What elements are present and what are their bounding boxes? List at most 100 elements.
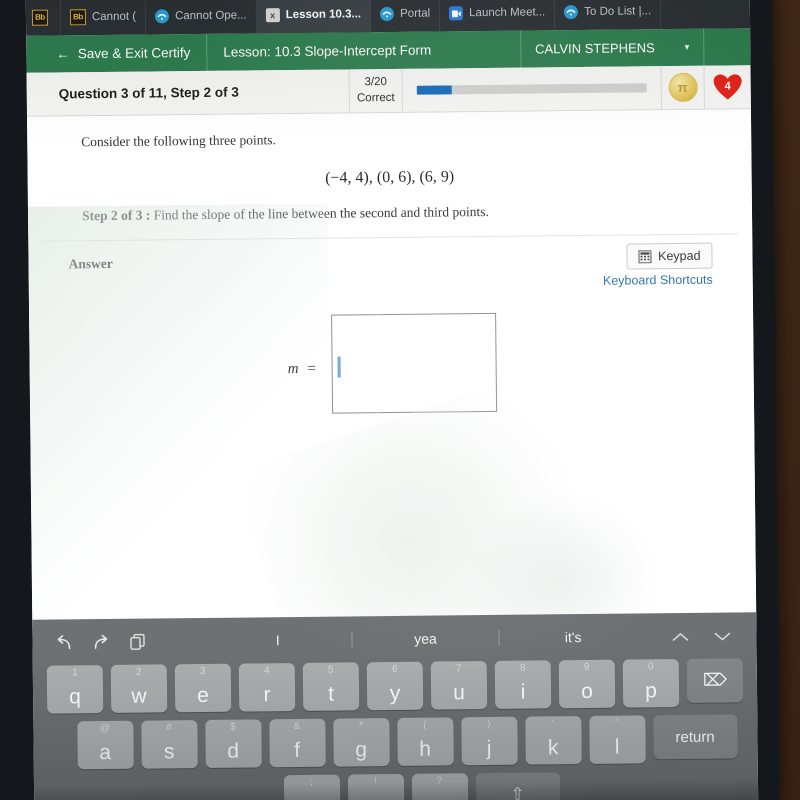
key-semicolon[interactable]: ; [283, 774, 340, 800]
key-h[interactable]: (h [396, 717, 454, 766]
key-w[interactable]: 2w [110, 664, 168, 713]
browser-tab-1[interactable]: Bb Cannot ( [60, 0, 147, 36]
key-main-label: j [486, 736, 492, 761]
browser-tab-lesson-active[interactable]: x Lesson 10.3... [256, 0, 372, 34]
answer-section-label: Answer [68, 255, 113, 272]
chevron-up-icon[interactable] [670, 630, 690, 642]
key-alt-label: 6 [391, 663, 398, 676]
key-main-label: f [294, 738, 301, 763]
browser-tab-label: Portal [400, 7, 431, 20]
browser-tab-0[interactable]: Bb [25, 0, 62, 36]
keyboard-row-3: ; ! ? ⇧ [34, 770, 758, 800]
key-d[interactable]: $ d [204, 719, 262, 768]
key-main-label: p [645, 679, 658, 703]
redo-icon[interactable] [91, 632, 110, 651]
answer-input-field[interactable] [331, 312, 498, 414]
blackboard-icon: Bb [69, 9, 87, 26]
prediction-2[interactable]: it's [498, 628, 647, 646]
key-o[interactable]: 9o [558, 659, 616, 709]
key-e[interactable]: 3e [174, 663, 232, 713]
problem-prompt: Consider the following three points. [81, 132, 276, 150]
back-arrow-icon: ← [56, 46, 70, 62]
key-g[interactable]: * g [332, 718, 390, 767]
key-alt-label: 9 [583, 661, 590, 674]
key-main-label: s [163, 740, 175, 764]
key-p[interactable]: 0p [622, 659, 680, 708]
key-u[interactable]: 7u [430, 661, 488, 710]
key-alt-label: 5 [327, 664, 334, 676]
key-return[interactable]: return [652, 714, 738, 760]
key-l[interactable]: " l [588, 715, 646, 764]
keypad-button[interactable]: Keypad [625, 242, 713, 270]
globe-icon [154, 9, 170, 24]
keyboard-row-1: 1q 2w 3e 4r 5t 6y 7u 8i 9o 0p ⌦ [33, 658, 757, 714]
answer-input-area: m = [29, 306, 755, 514]
lives-container: 4 [703, 65, 751, 109]
score-caption: Correct [356, 91, 395, 104]
globe-icon [380, 6, 395, 22]
text-cursor [337, 356, 341, 378]
key-exclamation[interactable]: ! [347, 773, 404, 800]
calculator-icon [638, 249, 652, 263]
browser-tab-todo[interactable]: To Do List |... [555, 0, 662, 31]
prediction-0[interactable]: I [204, 631, 351, 649]
answer-header-row: Answer Keypad Keyboard Shortcuts [42, 234, 739, 313]
key-main-label: i [520, 680, 526, 704]
key-main-label: l [614, 735, 620, 759]
keyboard-navigation [646, 629, 756, 642]
key-main-label: e [197, 683, 210, 708]
key-i[interactable]: 8i [494, 660, 552, 709]
progress-bar [416, 83, 647, 95]
screen-glare [460, 490, 663, 632]
shift-icon: ⇧ [510, 784, 525, 800]
browser-tab-2[interactable]: Cannot Ope... [145, 0, 257, 35]
key-a[interactable]: @ a [76, 720, 134, 770]
browser-tab-zoom[interactable]: Launch Meet... [439, 0, 556, 32]
slope-variable-label: m [287, 360, 299, 378]
keyboard-shortcuts-link[interactable]: Keyboard Shortcuts [603, 273, 713, 288]
key-main-label: w [131, 684, 147, 708]
undo-icon[interactable] [54, 633, 73, 652]
key-alt-label: ? [436, 775, 443, 787]
chevron-down-icon[interactable] [712, 629, 732, 641]
key-alt-label: 8 [519, 662, 526, 674]
user-menu[interactable]: CALVIN STEPHENS ▾ [519, 28, 705, 68]
paste-icon[interactable] [128, 632, 147, 651]
score-value: 3/20 [364, 76, 387, 89]
key-question[interactable]: ? [411, 773, 468, 800]
key-alt-label: 2 [135, 666, 142, 678]
key-main-label: r [263, 683, 271, 707]
correct-score: 3/20 Correct [348, 68, 402, 113]
key-y[interactable]: 6y [366, 661, 424, 711]
key-alt-label: ! [374, 776, 377, 788]
save-and-exit-button[interactable]: ← Save & Exit Certify [26, 33, 208, 73]
browser-tab-label: Launch Meet... [469, 6, 546, 20]
globe-icon [564, 5, 579, 20]
key-q[interactable]: 1q [46, 665, 104, 714]
save-and-exit-label: Save & Exit Certify [77, 45, 191, 62]
problem-statement: Consider the following three points. (−4… [40, 109, 739, 242]
key-alt-label: # [166, 722, 172, 734]
key-f[interactable]: & f [268, 718, 326, 768]
key-j[interactable]: ) j [460, 716, 518, 766]
return-label: return [675, 728, 715, 746]
browser-tab-label: Cannot Ope... [174, 9, 247, 23]
key-alt-label: 7 [455, 663, 462, 675]
key-k[interactable]: ' k [524, 716, 582, 765]
key-s[interactable]: # s [140, 720, 198, 769]
hawkes-x-icon: x [265, 8, 280, 23]
browser-tab-portal[interactable]: Portal [370, 0, 441, 33]
key-alt-label: ' [551, 718, 554, 730]
step-label: Step 2 of 3 : [81, 207, 151, 224]
photograph-of-tablet: Bb Bb Cannot ( Cannot Ope... x Lesson 10… [0, 0, 800, 800]
key-alt-label: 4 [263, 665, 270, 677]
key-backspace[interactable]: ⌦ [686, 658, 744, 703]
key-r[interactable]: 4r [238, 663, 296, 712]
key-t[interactable]: 5t [302, 662, 360, 711]
key-shift[interactable]: ⇧ [475, 772, 560, 800]
step-text: Find the slope of the line between the s… [153, 203, 489, 223]
key-alt-label: 0 [647, 661, 654, 673]
key-main-label: y [389, 681, 401, 706]
key-alt-label: * [358, 720, 363, 732]
prediction-1[interactable]: yea [351, 629, 499, 648]
